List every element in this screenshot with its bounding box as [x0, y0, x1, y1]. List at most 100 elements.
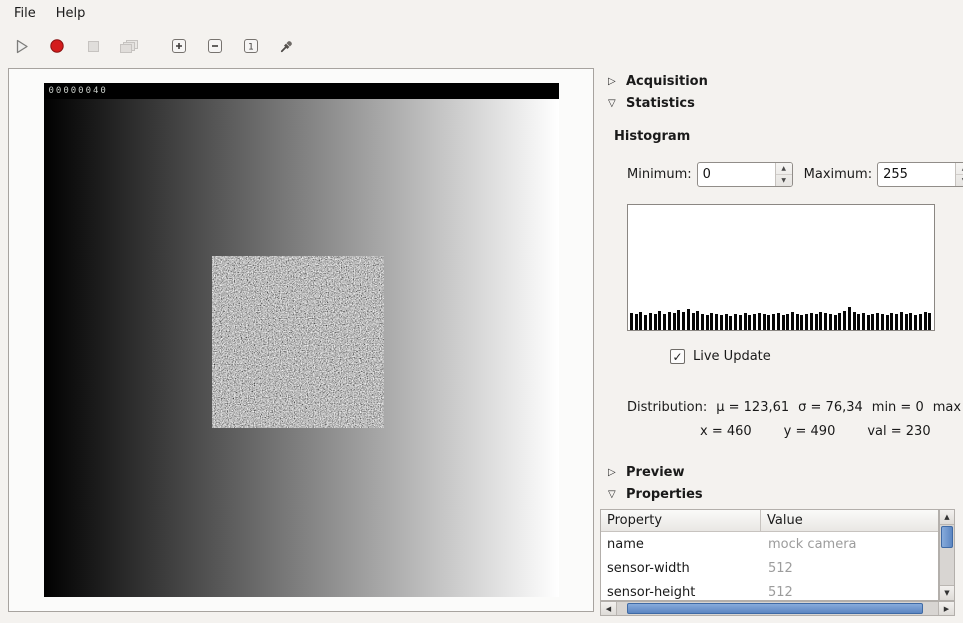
- histogram-bar: [895, 314, 898, 330]
- histogram-bar: [682, 312, 685, 330]
- minimum-label: Minimum:: [627, 167, 692, 182]
- histogram-bar: [928, 313, 931, 330]
- color-picker-button[interactable]: [272, 31, 302, 61]
- property-value-cell: 512: [761, 585, 938, 600]
- histogram-bar: [890, 313, 893, 330]
- live-update-checkbox[interactable]: ✓: [670, 349, 685, 364]
- histogram-bar: [914, 315, 917, 330]
- property-row[interactable]: name mock camera: [601, 532, 938, 556]
- histogram-bar: [867, 315, 870, 330]
- cursor-x: x = 460: [700, 424, 752, 439]
- scroll-left-icon[interactable]: ◀: [601, 602, 617, 615]
- menu-item-file[interactable]: File: [4, 2, 46, 25]
- histogram-bar: [687, 309, 690, 330]
- histogram-bar: [791, 312, 794, 330]
- expander-statistics-label: Statistics: [626, 96, 695, 111]
- histogram-bar: [919, 314, 922, 330]
- svg-text:1: 1: [248, 42, 254, 52]
- record-button[interactable]: [42, 31, 72, 61]
- vertical-scroll-track[interactable]: [940, 525, 954, 585]
- property-name-cell: sensor-width: [601, 561, 761, 576]
- horizontal-scroll-track[interactable]: [617, 602, 938, 615]
- histogram-bar: [725, 314, 728, 330]
- histogram-bar: [777, 313, 780, 330]
- spin-up-icon[interactable]: ▲: [956, 163, 963, 175]
- record-icon: [49, 38, 65, 54]
- histogram-bar: [815, 314, 818, 330]
- histogram-bar: [871, 314, 874, 330]
- zoom-original-button[interactable]: 1: [236, 31, 266, 61]
- histogram-bar: [834, 315, 837, 330]
- app-window: File Help: [0, 0, 963, 66]
- histogram-bar: [696, 311, 699, 330]
- zoom-original-icon: 1: [243, 38, 259, 54]
- zoom-in-button[interactable]: [164, 31, 194, 61]
- histogram-bar: [658, 311, 661, 330]
- scroll-up-icon[interactable]: ▲: [940, 510, 954, 525]
- maximum-spinbox[interactable]: ▲ ▼: [877, 162, 963, 187]
- histogram-bar: [644, 315, 647, 330]
- scroll-right-icon[interactable]: ▶: [938, 602, 954, 615]
- histogram-bar: [810, 313, 813, 330]
- scroll-down-icon[interactable]: ▼: [940, 585, 954, 600]
- histogram-bar: [786, 314, 789, 330]
- expander-statistics[interactable]: ▽ Statistics: [608, 96, 695, 111]
- camera-frame[interactable]: 00000040: [44, 83, 559, 597]
- histogram-bar: [706, 315, 709, 330]
- image-viewport[interactable]: 00000040: [8, 68, 594, 612]
- histogram-bar: [744, 313, 747, 330]
- expander-properties[interactable]: ▽ Properties: [608, 487, 703, 502]
- zoom-out-button[interactable]: [200, 31, 230, 61]
- spin-down-icon[interactable]: ▼: [776, 175, 792, 186]
- distribution-sigma: σ = 76,34: [798, 400, 863, 415]
- sidebar: ▷ Acquisition ▽ Statistics Histogram Min…: [600, 68, 956, 617]
- expander-collapsed-icon: ▷: [608, 76, 619, 87]
- horizontal-scroll-thumb[interactable]: [627, 603, 923, 614]
- histogram-bar: [819, 312, 822, 330]
- histogram-bar: [720, 315, 723, 330]
- property-row[interactable]: sensor-width 512: [601, 556, 938, 580]
- histogram-bar: [881, 314, 884, 330]
- column-header-value[interactable]: Value: [761, 510, 938, 531]
- properties-table-header: Property Value: [601, 510, 938, 532]
- spin-up-icon[interactable]: ▲: [776, 163, 792, 175]
- maximum-spin-buttons: ▲ ▼: [955, 163, 963, 186]
- expander-properties-label: Properties: [626, 487, 703, 502]
- histogram-bar: [729, 316, 732, 330]
- minimum-spin-buttons: ▲ ▼: [775, 163, 792, 186]
- spin-down-icon[interactable]: ▼: [956, 175, 963, 186]
- histogram-bar: [800, 315, 803, 330]
- properties-vertical-scrollbar[interactable]: ▲ ▼: [939, 509, 955, 601]
- sidebar-horizontal-scrollbar[interactable]: ◀ ▶: [600, 601, 955, 616]
- histogram-bar: [772, 314, 775, 330]
- histogram-bar: [857, 314, 860, 330]
- color-picker-icon: [279, 38, 295, 54]
- play-button[interactable]: [6, 31, 36, 61]
- vertical-scroll-thumb[interactable]: [941, 526, 953, 548]
- histogram-bar: [900, 312, 903, 330]
- minimum-spinbox[interactable]: ▲ ▼: [697, 162, 793, 187]
- expander-acquisition[interactable]: ▷ Acquisition: [608, 74, 708, 89]
- histogram-plot: [627, 204, 935, 331]
- property-row[interactable]: sensor-height 512: [601, 580, 938, 601]
- histogram-bar: [635, 314, 638, 330]
- histogram-bar: [782, 315, 785, 330]
- histogram-bar: [639, 312, 642, 330]
- stop-button[interactable]: [78, 31, 108, 61]
- expander-preview[interactable]: ▷ Preview: [608, 465, 685, 480]
- maximum-input[interactable]: [878, 163, 955, 186]
- cursor-readout-row: x = 460 y = 490 val = 230: [700, 424, 931, 439]
- histogram-bar: [739, 315, 742, 330]
- expander-collapsed-icon: ▷: [608, 467, 619, 478]
- histogram-bar: [763, 314, 766, 330]
- continuous-acquisition-button[interactable]: [114, 31, 144, 61]
- menu-item-help[interactable]: Help: [46, 2, 96, 25]
- histogram-bar: [924, 312, 927, 330]
- minimum-input[interactable]: [698, 163, 775, 186]
- histogram-bar: [701, 314, 704, 330]
- histogram-bar: [767, 315, 770, 330]
- expander-expanded-icon: ▽: [608, 98, 619, 109]
- property-value-cell: 512: [761, 561, 938, 576]
- property-name-cell: sensor-height: [601, 585, 761, 600]
- column-header-property[interactable]: Property: [601, 510, 761, 531]
